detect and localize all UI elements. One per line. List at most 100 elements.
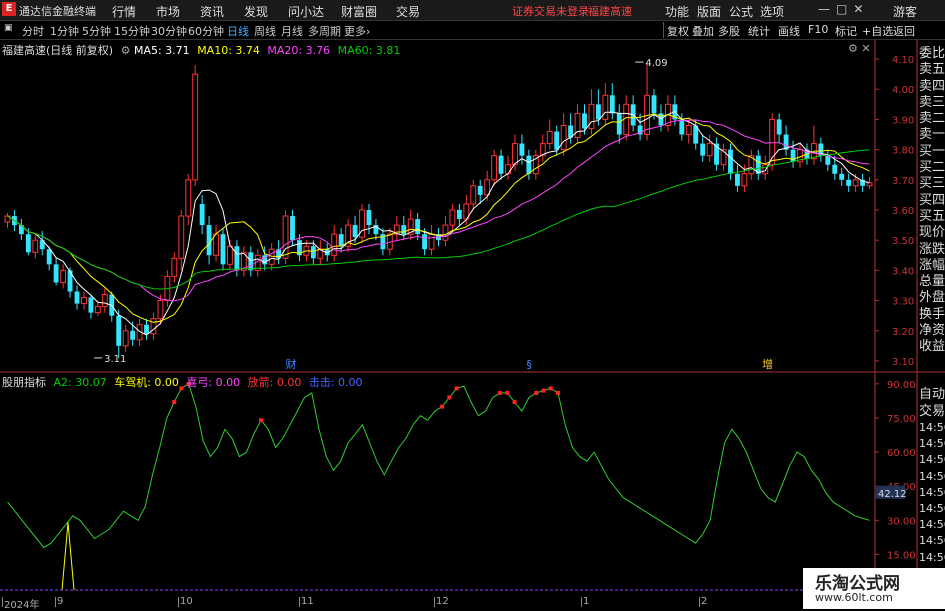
- mark-button[interactable]: 标记: [835, 23, 857, 39]
- candle-body: [331, 233, 338, 256]
- candle-body: [268, 248, 275, 265]
- tick-time: 14:56: [919, 502, 945, 516]
- indicator-legend: 股朋指标 A2: 30.07 车驾机: 0.00 喜弓: 0.00 放箭: 0.…: [2, 374, 367, 390]
- app-logo-icon[interactable]: E: [2, 2, 16, 16]
- tab-more[interactable]: 更多›: [344, 23, 370, 39]
- menu-formula[interactable]: 公式: [729, 3, 753, 20]
- ma60-line: [7, 149, 870, 290]
- close-icon[interactable]: ✕: [861, 42, 870, 55]
- menu-trade[interactable]: 交易: [396, 3, 420, 20]
- signal-point: [172, 400, 177, 405]
- tick-time: 14:56: [919, 453, 945, 467]
- menu-options[interactable]: 选项: [760, 3, 784, 20]
- y-tick-label: 3.80: [892, 146, 914, 157]
- window-controls[interactable]: —□✕: [818, 2, 869, 16]
- candle-body: [415, 219, 421, 235]
- candle-body: [144, 324, 149, 334]
- overlay-button[interactable]: 叠加: [692, 23, 714, 39]
- x-axis-label: 9: [57, 596, 64, 607]
- price-marker-label: 4.09: [645, 58, 667, 69]
- candle-body: [706, 143, 713, 157]
- menu-layout[interactable]: 版面: [697, 3, 721, 20]
- y-tick-label: 4.00: [892, 85, 914, 96]
- y-tick-label: 3.10: [892, 357, 914, 368]
- candle-body: [735, 173, 740, 186]
- settings-icon[interactable]: ⚙: [848, 42, 858, 55]
- quote-panel: 委比 卖五 卖四 卖三 卖二 卖一 买一 买二 买三 买四 买五 现价 涨跌 涨幅 总量 外盘 换手 净资 收益: [919, 46, 945, 356]
- settings-icon[interactable]: ⚙: [121, 44, 131, 57]
- tab-weekly[interactable]: 周线: [254, 23, 276, 39]
- quote-field-label: 卖五: [919, 62, 945, 78]
- candle-body: [81, 297, 87, 305]
- candle-body: [470, 185, 477, 205]
- candle-body: [442, 224, 449, 241]
- auto-trade-label[interactable]: 自动 交易: [919, 386, 945, 420]
- quote-field-label: 涨幅: [919, 257, 945, 273]
- tab-30min[interactable]: 30分钟: [151, 23, 187, 39]
- tick-time: 14:56: [919, 534, 945, 548]
- quote-field-label: 外盘: [919, 290, 945, 306]
- candle-body: [685, 124, 692, 136]
- menu-function[interactable]: 功能: [665, 3, 689, 20]
- candle-body: [220, 234, 226, 265]
- menu-market[interactable]: 市场: [156, 3, 180, 20]
- ma20-value: MA20: 3.76: [267, 44, 331, 57]
- tab-monthly[interactable]: 月线: [281, 23, 303, 39]
- candle-body: [839, 173, 845, 180]
- tick-time: 14:56: [919, 469, 945, 483]
- tab-15min[interactable]: 15分钟: [114, 23, 150, 39]
- f10-button[interactable]: F10: [808, 23, 828, 36]
- add-watchlist-button[interactable]: +自选: [862, 23, 893, 39]
- trade-login-notice[interactable]: 证券交易未登录: [512, 3, 589, 19]
- candle-body: [741, 173, 748, 187]
- candlestick-series: [4, 62, 873, 358]
- candle-body: [825, 155, 831, 165]
- trade-label: 交易: [919, 404, 945, 419]
- candle-body: [602, 94, 609, 120]
- candle-body: [574, 112, 581, 139]
- price-marker-label: 3.11: [104, 354, 126, 365]
- indicator-title: 股朋指标: [2, 376, 46, 389]
- multi-stock-button[interactable]: 多股: [718, 23, 740, 39]
- event-marker: §: [526, 358, 532, 371]
- tab-60min[interactable]: 60分钟: [188, 23, 224, 39]
- quote-field-label: 委比: [919, 46, 945, 61]
- x-axis-tick: [434, 597, 435, 607]
- y-tick-label: 15.00: [887, 550, 916, 561]
- tick-time: 14:56: [919, 437, 945, 451]
- candle-body: [46, 249, 52, 265]
- menu-bar: [0, 0, 945, 21]
- a2-line: [7, 383, 870, 549]
- y-tick-label: 3.90: [892, 115, 914, 126]
- menu-news[interactable]: 资讯: [200, 3, 224, 20]
- tab-daily[interactable]: 日线: [227, 23, 249, 39]
- indicator-item-1: 车驾机: 0.00: [114, 376, 179, 389]
- y-tick-label: 3.40: [892, 266, 914, 277]
- tab-intraday[interactable]: 分时: [22, 23, 44, 39]
- candle-body: [623, 103, 630, 136]
- chart-canvas[interactable]: 4.10 4.00 3.90 3.80 3.70 3.60 3.50 3.40 3.30 3.20…: [0, 40, 945, 609]
- chart-controls[interactable]: ⚙ ✕: [848, 42, 871, 55]
- tab-multi-period[interactable]: 多周期: [308, 23, 341, 39]
- x-axis-label: 10: [180, 596, 193, 607]
- menu-ask[interactable]: 问小达: [288, 3, 324, 20]
- ma60-value: MA60: 3.81: [337, 44, 401, 57]
- menu-quotes[interactable]: 行情: [112, 3, 136, 20]
- candle-body: [32, 239, 39, 253]
- draw-line-button[interactable]: 画线: [778, 23, 800, 39]
- toolbar-menu-icon[interactable]: ▣: [4, 23, 13, 33]
- back-button[interactable]: 返回: [893, 23, 915, 39]
- yellow-spike: [61, 522, 75, 591]
- candle-body: [728, 149, 733, 174]
- menu-discover[interactable]: 发现: [244, 3, 268, 20]
- candle-body: [213, 233, 219, 256]
- y-tick-label: 4.10: [892, 55, 914, 66]
- menu-wealth[interactable]: 财富圈: [341, 3, 377, 20]
- tab-more-label: 更多: [344, 25, 366, 38]
- statistics-button[interactable]: 统计: [748, 23, 770, 39]
- quote-field-label: 涨跌: [919, 241, 945, 257]
- tab-5min[interactable]: 5分钟: [82, 23, 111, 39]
- tab-1min[interactable]: 1分钟: [50, 23, 79, 39]
- guest-button[interactable]: 游客: [893, 3, 917, 20]
- restore-rights-button[interactable]: 复权: [667, 23, 689, 39]
